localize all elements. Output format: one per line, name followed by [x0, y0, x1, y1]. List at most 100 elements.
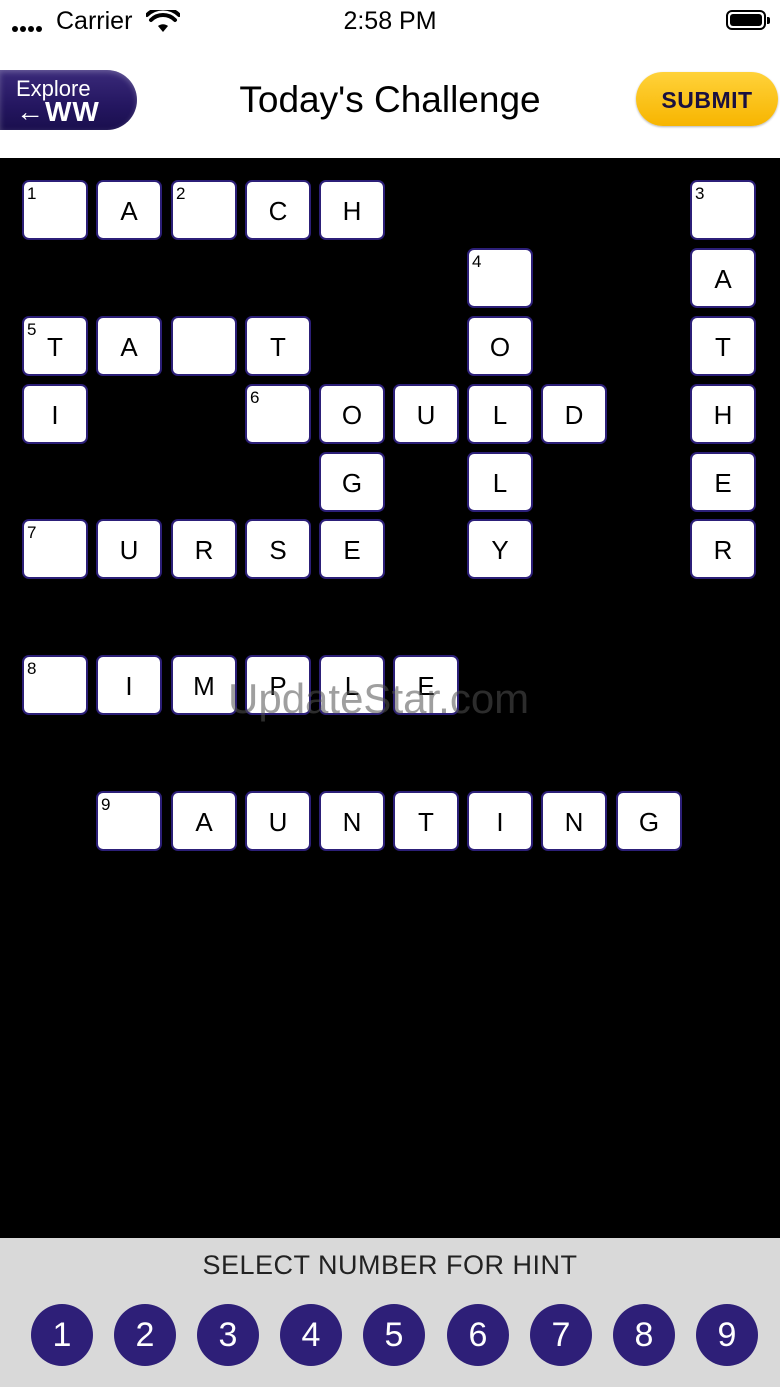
cell-letter: N — [564, 807, 584, 837]
crossword-cell[interactable]: R — [690, 519, 756, 579]
clue-number: 7 — [27, 523, 37, 542]
crossword-cell[interactable]: 2 — [171, 180, 237, 240]
crossword-cell[interactable]: D — [541, 384, 607, 444]
crossword-cell[interactable]: 9 — [96, 791, 162, 851]
crossword-cell[interactable]: R — [171, 519, 237, 579]
crossword-cell[interactable]: L — [467, 452, 533, 512]
cell-letter: A — [120, 196, 138, 226]
crossword-cell[interactable] — [171, 316, 237, 376]
crossword-cell[interactable]: L — [467, 384, 533, 444]
cell-letter: H — [713, 400, 733, 430]
crossword-cell[interactable]: 5T — [22, 316, 88, 376]
cell-letter: A — [120, 332, 138, 362]
crossword-cell[interactable]: I — [467, 791, 533, 851]
cell-letter: I — [496, 807, 504, 837]
crossword-cell[interactable]: Y — [467, 519, 533, 579]
cell-letter: N — [342, 807, 362, 837]
crossword-cell[interactable]: 4 — [467, 248, 533, 308]
crossword-cell[interactable]: I — [22, 384, 88, 444]
hint-button-4[interactable]: 4 — [280, 1304, 342, 1366]
crossword-cell[interactable]: T — [690, 316, 756, 376]
clue-number: 6 — [250, 388, 260, 407]
crossword-cell[interactable]: N — [319, 791, 385, 851]
hint-button-5[interactable]: 5 — [363, 1304, 425, 1366]
crossword-cell[interactable]: E — [319, 519, 385, 579]
cell-letter: T — [418, 807, 434, 837]
crossword-cell[interactable]: A — [690, 248, 756, 308]
crossword-cell[interactable]: S — [245, 519, 311, 579]
hint-label: SELECT NUMBER FOR HINT — [202, 1250, 578, 1280]
crossword-cell[interactable]: H — [319, 180, 385, 240]
crossword-cell[interactable]: A — [96, 316, 162, 376]
cell-letter: R — [194, 535, 214, 565]
cell-letter: I — [51, 400, 59, 430]
cell-letter: E — [714, 468, 732, 498]
cell-letter: M — [193, 671, 215, 701]
clue-number: 9 — [101, 795, 111, 814]
crossword-cell[interactable]: 7 — [22, 519, 88, 579]
crossword-cell[interactable]: T — [393, 791, 459, 851]
cell-letter: U — [268, 807, 288, 837]
cell-letter: O — [489, 332, 511, 362]
hint-button-1[interactable]: 1 — [31, 1304, 93, 1366]
crossword-cell[interactable]: 3 — [690, 180, 756, 240]
cell-letter: U — [416, 400, 436, 430]
submit-button[interactable]: SUBMIT — [636, 72, 778, 126]
cell-letter: O — [341, 400, 363, 430]
cell-letter: G — [341, 468, 363, 498]
cell-letter: E — [343, 535, 361, 565]
hint-button-7[interactable]: 7 — [530, 1304, 592, 1366]
clue-number: 2 — [176, 184, 186, 203]
crossword-cell[interactable]: U — [393, 384, 459, 444]
crossword-cell[interactable]: U — [96, 519, 162, 579]
crossword-cell[interactable]: 8 — [22, 655, 88, 715]
crossword-cell[interactable]: H — [690, 384, 756, 444]
battery-icon — [726, 10, 770, 30]
cell-letter: G — [638, 807, 660, 837]
clue-number: 4 — [472, 252, 482, 271]
cell-letter: L — [492, 468, 508, 498]
crossword-cell[interactable]: I — [96, 655, 162, 715]
cell-letter: D — [564, 400, 584, 430]
crossword-cell[interactable]: O — [319, 384, 385, 444]
cell-letter: T — [47, 332, 63, 362]
nav-bar: Explore ←WW Today's Challenge SUBMIT — [0, 42, 780, 158]
hint-button-9[interactable]: 9 — [696, 1304, 758, 1366]
cell-letter: I — [125, 671, 133, 701]
hint-bar: SELECT NUMBER FOR HINT 123456789 — [0, 1238, 780, 1387]
crossword-cell[interactable]: E — [690, 452, 756, 512]
crossword-cell[interactable]: C — [245, 180, 311, 240]
crossword-cell[interactable]: 6 — [245, 384, 311, 444]
clue-number: 3 — [695, 184, 705, 203]
crossword-cell[interactable]: G — [319, 452, 385, 512]
clue-number: 5 — [27, 320, 37, 339]
cell-letter: H — [342, 196, 362, 226]
crossword-cell[interactable]: O — [467, 316, 533, 376]
cell-letter: U — [119, 535, 139, 565]
status-bar: Carrier 2:58 PM — [0, 0, 780, 42]
cell-letter: R — [713, 535, 733, 565]
hint-button-2[interactable]: 2 — [114, 1304, 176, 1366]
hint-button-6[interactable]: 6 — [447, 1304, 509, 1366]
crossword-cell[interactable]: T — [245, 316, 311, 376]
cell-letter: L — [492, 400, 508, 430]
cell-letter: Y — [491, 535, 509, 565]
crossword-cell[interactable]: 1 — [22, 180, 88, 240]
clue-number: 8 — [27, 659, 37, 678]
hint-button-8[interactable]: 8 — [613, 1304, 675, 1366]
cell-letter: A — [195, 807, 213, 837]
cell-letter: A — [714, 264, 732, 294]
crossword-cell[interactable]: N — [541, 791, 607, 851]
watermark: UpdateStar.com — [228, 675, 530, 722]
clue-number: 1 — [27, 184, 37, 203]
crossword-cell[interactable]: U — [245, 791, 311, 851]
clock: 2:58 PM — [343, 7, 437, 35]
cell-letter: S — [269, 535, 287, 565]
crossword-cell[interactable]: A — [171, 791, 237, 851]
cell-letter: T — [270, 332, 286, 362]
crossword-cell[interactable]: A — [96, 180, 162, 240]
hint-button-3[interactable]: 3 — [197, 1304, 259, 1366]
cell-letter: C — [268, 196, 288, 226]
cell-letter: T — [715, 332, 731, 362]
crossword-cell[interactable]: G — [616, 791, 682, 851]
